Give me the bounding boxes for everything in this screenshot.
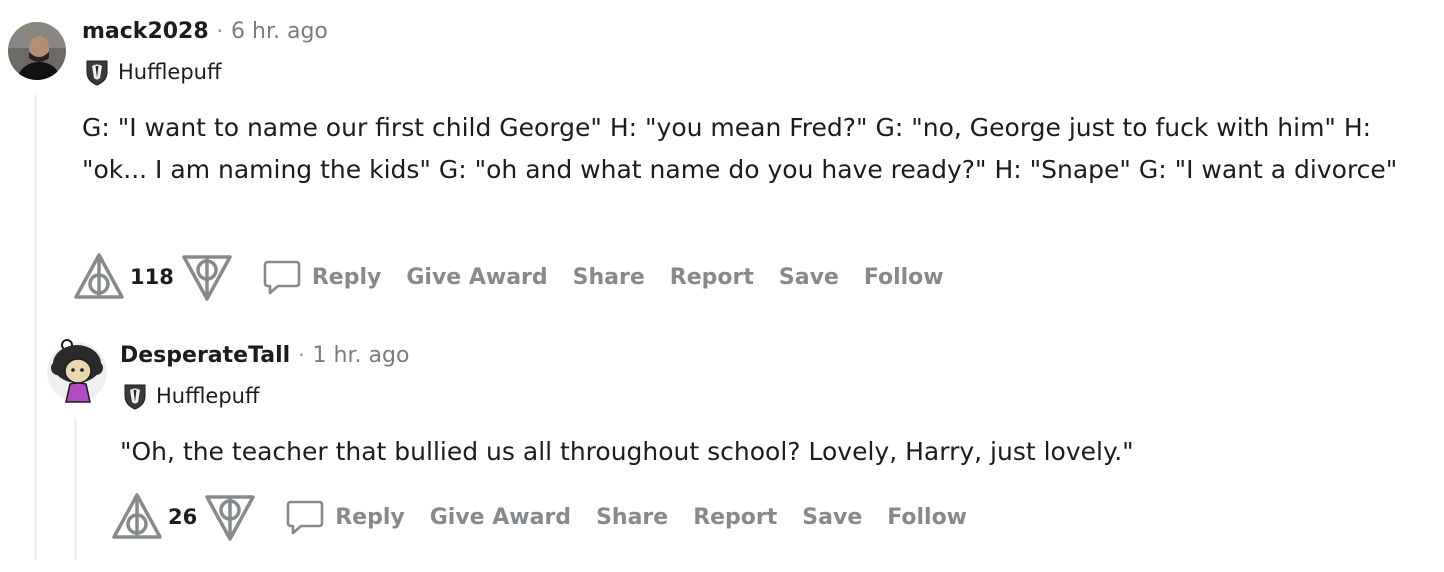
follow-button[interactable]: Follow: [887, 505, 967, 530]
vote-score: 26: [168, 505, 198, 529]
give-award-button[interactable]: Give Award: [430, 505, 571, 530]
timestamp[interactable]: 1 hr. ago: [313, 343, 410, 368]
thread-line[interactable]: [74, 419, 77, 560]
badger-crest-icon: [122, 382, 148, 410]
user-flair: Hufflepuff: [122, 382, 259, 410]
deathly-hallows-downvote-icon[interactable]: [203, 491, 257, 543]
comment-body: "Oh, the teacher that bullied us all thr…: [120, 437, 1134, 466]
report-button[interactable]: Report: [693, 505, 777, 530]
meta-separator: ·: [298, 343, 305, 367]
save-button[interactable]: Save: [802, 505, 862, 530]
reply-button[interactable]: Reply: [335, 505, 405, 530]
comment-actions: 26 Reply Give Award Share Report Save Fo…: [110, 491, 992, 543]
reply-comment: DesperateTall · 1 hr. ago Hufflepuff "Oh…: [0, 0, 1444, 572]
speech-bubble-icon[interactable]: [285, 497, 325, 537]
share-button[interactable]: Share: [596, 505, 668, 530]
author-name[interactable]: DesperateTall: [120, 343, 290, 368]
flair-text: Hufflepuff: [156, 384, 260, 408]
comment-meta: DesperateTall · 1 hr. ago: [120, 343, 409, 368]
avatar[interactable]: [46, 338, 108, 404]
deathly-hallows-upvote-icon[interactable]: [110, 491, 164, 543]
